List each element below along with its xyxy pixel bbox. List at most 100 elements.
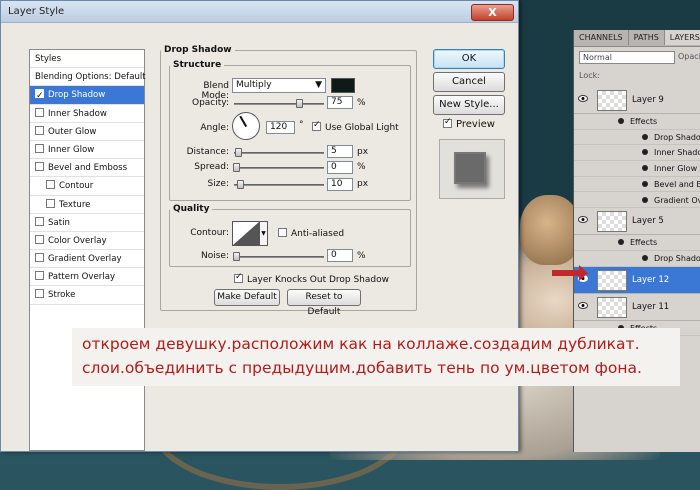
effect-item-row[interactable]: Inner Glow (574, 161, 700, 177)
noise-slider[interactable] (233, 252, 324, 261)
style-checkbox[interactable] (35, 216, 44, 226)
new-style-button[interactable]: New Style... (433, 95, 505, 115)
noise-input[interactable]: 0 (327, 249, 353, 262)
effect-label-wrap: Drop Shadow (642, 130, 700, 145)
visibility-eye-icon[interactable] (578, 95, 588, 102)
style-checkbox[interactable] (35, 162, 44, 172)
layer-row[interactable]: Layer 12 (574, 266, 700, 294)
distance-slider[interactable] (234, 148, 324, 157)
blend-mode-value: Multiply (236, 80, 272, 90)
style-item-bevel-and-emboss[interactable]: Bevel and Emboss (30, 159, 144, 178)
knocks-out-checkbox[interactable]: Layer Knocks Out Drop Shadow (234, 272, 389, 285)
structure-heading: Structure (173, 60, 222, 70)
use-global-light-check[interactable] (312, 120, 321, 131)
style-item-contour[interactable]: Contour (30, 177, 144, 196)
style-item-satin[interactable]: Satin (30, 214, 144, 232)
knocks-out-check[interactable] (234, 272, 243, 283)
effects-row[interactable]: Effects (574, 235, 700, 251)
use-global-light-checkbox[interactable]: Use Global Light (312, 120, 399, 133)
tab-paths[interactable]: PATHS (629, 30, 665, 45)
effect-name: Effects (630, 117, 658, 126)
effect-eye-icon[interactable] (618, 239, 624, 246)
spread-slider[interactable] (233, 163, 324, 172)
effect-eye-icon[interactable] (618, 118, 624, 124)
effect-eye-icon[interactable] (642, 133, 648, 140)
preview-checkbox[interactable]: Preview (443, 117, 495, 130)
layer-row[interactable]: Layer 5 (574, 208, 700, 236)
spread-input[interactable]: 0 (327, 161, 353, 174)
effect-eye-icon[interactable] (642, 165, 648, 172)
reset-to-default-button[interactable]: Reset to Default (287, 289, 361, 317)
effects-row[interactable]: Effects (574, 114, 700, 130)
effect-eye-icon[interactable] (642, 254, 648, 261)
style-item-color-overlay[interactable]: Color Overlay (30, 232, 144, 251)
style-item-gradient-overlay[interactable]: Gradient Overlay (30, 250, 144, 269)
effect-eye-icon[interactable] (642, 149, 648, 156)
anti-aliased-checkbox[interactable]: Anti-aliased (278, 228, 344, 239)
layer-thumbnail (597, 269, 627, 291)
effect-item-row[interactable]: Drop Shadow (574, 130, 700, 146)
style-checkbox[interactable] (46, 198, 55, 208)
angle-dial[interactable] (232, 112, 260, 140)
visibility-eye-icon[interactable] (578, 216, 588, 224)
effect-eye-icon[interactable] (642, 196, 648, 203)
make-default-button[interactable]: Make Default (214, 289, 280, 306)
style-item-stroke[interactable]: Stroke (30, 286, 144, 305)
tab-channels[interactable]: CHANNELS (574, 30, 629, 45)
opacity-input[interactable]: 75 (327, 96, 353, 109)
style-item-styles[interactable]: Styles (30, 50, 144, 69)
opacity-slider[interactable] (234, 99, 324, 108)
layer-row[interactable]: Layer 9 (574, 87, 700, 114)
visibility-eye-icon[interactable] (578, 301, 588, 309)
style-checkbox[interactable] (35, 271, 44, 281)
preview-check[interactable] (443, 117, 452, 128)
size-slider[interactable] (234, 180, 324, 189)
close-button[interactable]: X (471, 4, 514, 21)
noise-slider-thumb[interactable] (233, 252, 240, 261)
style-checkbox[interactable] (35, 87, 44, 105)
style-item-drop-shadow[interactable]: Drop Shadow (30, 86, 144, 105)
tab-layers[interactable]: LAYERS (664, 30, 700, 45)
style-checkbox[interactable] (35, 289, 44, 299)
layer-blend-mode-select[interactable]: Normal (579, 51, 675, 64)
contour-linear-icon (233, 222, 259, 245)
style-item-inner-shadow[interactable]: Inner Shadow (30, 105, 144, 123)
contour-picker[interactable] (232, 221, 260, 246)
style-checkbox[interactable] (35, 125, 44, 135)
style-checkbox[interactable] (35, 234, 44, 244)
effect-item-row[interactable]: Gradient Overlay (574, 193, 700, 209)
layer-row[interactable]: Layer 11 (574, 293, 700, 321)
style-item-blending-options-default[interactable]: Blending Options: Default (30, 68, 146, 87)
effect-name: Drop Shadow (654, 132, 700, 142)
angle-input[interactable]: 120 (266, 121, 295, 134)
shadow-color-swatch[interactable] (331, 78, 355, 93)
distance-label: Distance: (186, 147, 229, 157)
style-item-label: Inner Glow (48, 144, 95, 155)
style-checkbox[interactable] (46, 180, 55, 190)
drop-shadow-heading: Drop Shadow (164, 45, 232, 55)
style-checkbox[interactable] (35, 143, 44, 153)
effect-item-row[interactable]: Bevel and Emboss (574, 177, 700, 193)
size-slider-thumb[interactable] (237, 180, 244, 189)
spread-slider-thumb[interactable] (233, 163, 240, 172)
style-item-label: Satin (48, 217, 70, 228)
style-item-texture[interactable]: Texture (30, 196, 144, 214)
style-checkbox[interactable] (35, 107, 44, 117)
distance-slider-thumb[interactable] (235, 148, 242, 157)
style-checkbox[interactable] (35, 253, 44, 263)
distance-input[interactable]: 5 (327, 145, 353, 158)
anti-aliased-check[interactable] (278, 228, 287, 237)
effect-item-row[interactable]: Drop Shadow (574, 251, 700, 267)
style-item-label: Pattern Overlay (48, 272, 116, 283)
opacity-slider-thumb[interactable] (295, 99, 303, 108)
style-item-pattern-overlay[interactable]: Pattern Overlay (30, 268, 144, 287)
effect-eye-icon[interactable] (642, 180, 648, 187)
style-item-inner-glow[interactable]: Inner Glow (30, 141, 144, 160)
contour-dropdown-icon[interactable]: ▼ (260, 221, 268, 246)
effect-item-row[interactable]: Inner Shadow (574, 145, 700, 162)
cancel-button[interactable]: Cancel (433, 72, 505, 92)
style-item-outer-glow[interactable]: Outer Glow (30, 123, 144, 141)
ok-button[interactable]: OK (433, 49, 505, 69)
blend-mode-select[interactable]: Multiply ▼ (232, 78, 326, 93)
size-input[interactable]: 10 (327, 178, 353, 191)
